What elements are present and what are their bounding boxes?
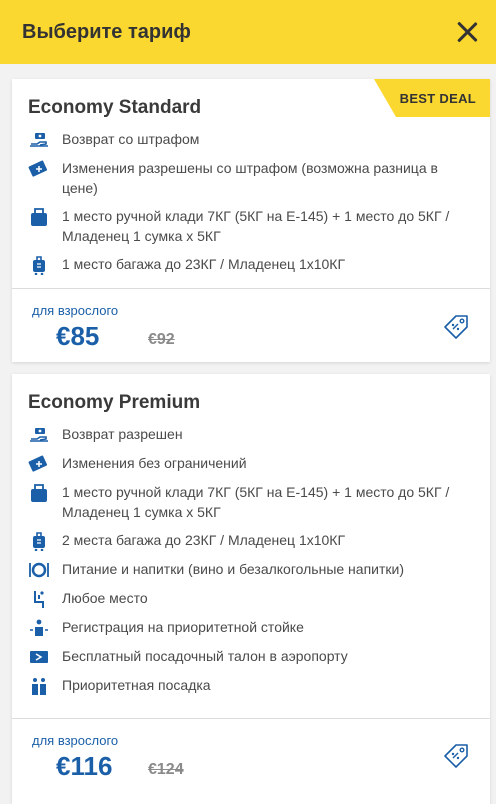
- feature-item: Приоритетная посадка: [28, 675, 468, 696]
- old-price: €124: [148, 761, 184, 778]
- price-tag-icon[interactable]: [442, 313, 470, 341]
- hand-baggage-icon: [31, 484, 47, 502]
- feature-item: Регистрация на приоритетной стойке: [28, 617, 468, 638]
- divider: [12, 718, 490, 719]
- checked-baggage-icon: [33, 532, 45, 551]
- feature-item: Изменения без ограничений: [28, 453, 468, 474]
- feature-text: Изменения разрешены со штрафом (возможна…: [62, 160, 438, 196]
- feature-text: Любое место: [62, 590, 148, 606]
- feature-text: Регистрация на приоритетной стойке: [62, 619, 304, 635]
- feature-item: Возврат разрешен: [28, 424, 468, 445]
- feature-text: Возврат со штрафом: [62, 131, 200, 147]
- feature-text: Питание и напитки (вино и безалкогольные…: [62, 561, 404, 577]
- feature-text: Изменения без ограничений: [62, 455, 247, 471]
- feature-text: Приоритетная посадка: [62, 677, 211, 693]
- ticket-change-icon: [28, 455, 48, 472]
- meal-icon: [29, 562, 49, 578]
- feature-item: 1 место ручной клади 7КГ (5КГ на E-145) …: [28, 206, 468, 246]
- feature-text: 1 место ручной клади 7КГ (5КГ на E-145) …: [62, 208, 450, 244]
- feature-item: 2 места багажа до 23КГ / Младенец 1x10КГ: [28, 530, 468, 551]
- feature-list: Возврат со штрафом Изменения разрешены с…: [28, 129, 468, 283]
- feature-item: Питание и напитки (вино и безалкогольные…: [28, 559, 468, 580]
- feature-text: Возврат разрешен: [62, 426, 183, 442]
- modal-header: Выберите тариф: [0, 0, 496, 64]
- price: €85: [56, 321, 100, 351]
- feature-text: 1 место багажа до 23КГ / Младенец 1x10КГ: [62, 256, 346, 272]
- feature-item: Бесплатный посадочный талон в аэропорту: [28, 646, 468, 667]
- refund-icon: [30, 428, 48, 442]
- fare-card-economy-standard[interactable]: BEST DEAL Economy Standard Возврат со шт…: [12, 79, 490, 362]
- divider: [12, 288, 490, 289]
- checked-baggage-icon: [33, 256, 45, 275]
- fare-card-economy-premium[interactable]: Economy Premium Возврат разрешен Изменен…: [12, 374, 490, 804]
- seat-icon: [34, 591, 44, 608]
- priority-boarding-icon: [32, 678, 46, 695]
- price-label: для взрослого: [32, 303, 119, 318]
- price-tag-icon[interactable]: [442, 742, 470, 770]
- fare-title: Economy Standard: [28, 97, 202, 118]
- fare-title: Economy Premium: [28, 392, 201, 413]
- feature-list: Возврат разрешен Изменения без ограничен…: [28, 424, 468, 704]
- feature-item: 1 место ручной клади 7КГ (5КГ на E-145) …: [28, 482, 468, 522]
- boarding-pass-icon: [30, 651, 48, 663]
- hand-baggage-icon: [31, 208, 47, 226]
- feature-text: 1 место ручной клади 7КГ (5КГ на E-145) …: [62, 484, 450, 520]
- priority-checkin-icon: [30, 619, 48, 636]
- close-icon[interactable]: [454, 19, 480, 45]
- refund-icon: [30, 133, 48, 147]
- price-label: для взрослого: [32, 733, 119, 748]
- best-deal-badge: BEST DEAL: [374, 79, 490, 117]
- feature-item: 1 место багажа до 23КГ / Младенец 1x10КГ: [28, 254, 468, 275]
- price: €116: [56, 751, 113, 781]
- old-price: €92: [148, 331, 175, 348]
- ticket-change-icon: [28, 160, 48, 177]
- feature-item: Изменения разрешены со штрафом (возможна…: [28, 158, 468, 198]
- feature-item: Любое место: [28, 588, 468, 609]
- feature-text: Бесплатный посадочный талон в аэропорту: [62, 648, 348, 664]
- modal-title: Выберите тариф: [22, 20, 191, 43]
- feature-text: 2 места багажа до 23КГ / Младенец 1x10КГ: [62, 532, 346, 548]
- feature-item: Возврат со штрафом: [28, 129, 468, 150]
